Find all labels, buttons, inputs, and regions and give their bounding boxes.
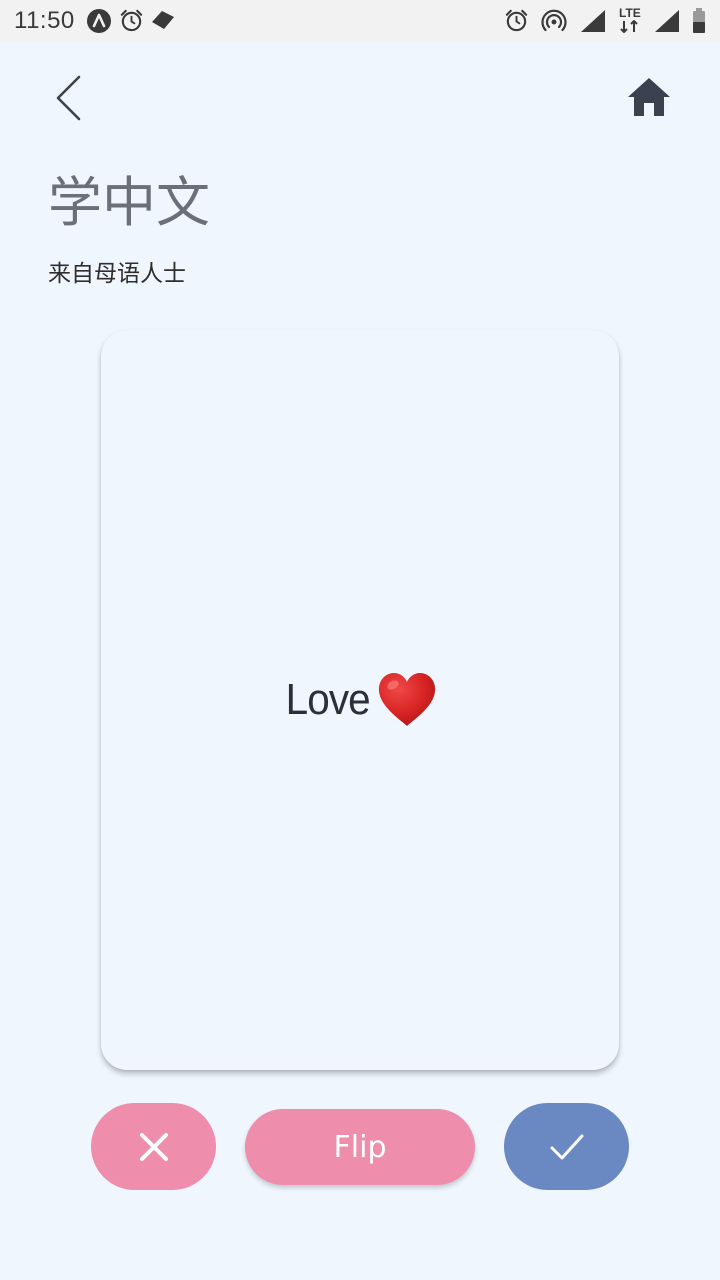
- alarm-icon-right: [505, 9, 528, 32]
- correct-button[interactable]: [504, 1103, 629, 1190]
- battery-icon: [693, 8, 705, 33]
- wrong-button[interactable]: [91, 1103, 216, 1190]
- back-button[interactable]: [44, 70, 100, 126]
- signal-icon: [581, 10, 605, 32]
- alarm-icon: [120, 9, 143, 32]
- card-word: Love: [285, 675, 371, 724]
- status-time: 11:50: [14, 7, 75, 34]
- flash-card[interactable]: Love: [101, 330, 619, 1070]
- lte-indicator: LTE: [616, 6, 644, 36]
- tag-icon: [152, 11, 174, 29]
- hotspot-icon: [541, 9, 567, 32]
- card-word-row: Love: [282, 671, 437, 729]
- home-icon: [628, 78, 670, 116]
- page-title: 学中文: [48, 171, 210, 234]
- signal-icon-2: [655, 10, 679, 32]
- lte-label: LTE: [619, 6, 641, 20]
- app-notification-icon: [87, 9, 111, 33]
- page-subtitle: 来自母语人士: [48, 261, 186, 287]
- status-bar: 11:50 LTE: [0, 0, 720, 42]
- flip-button-label: Flip: [333, 1129, 387, 1165]
- heart-icon: [378, 673, 435, 726]
- card-content: Love: [101, 330, 619, 1070]
- data-arrows-icon: [620, 20, 638, 33]
- flip-button[interactable]: Flip: [245, 1109, 475, 1185]
- home-button[interactable]: [620, 70, 678, 126]
- close-icon: [139, 1132, 168, 1161]
- check-icon: [550, 1134, 583, 1159]
- chevron-left-icon: [56, 75, 81, 121]
